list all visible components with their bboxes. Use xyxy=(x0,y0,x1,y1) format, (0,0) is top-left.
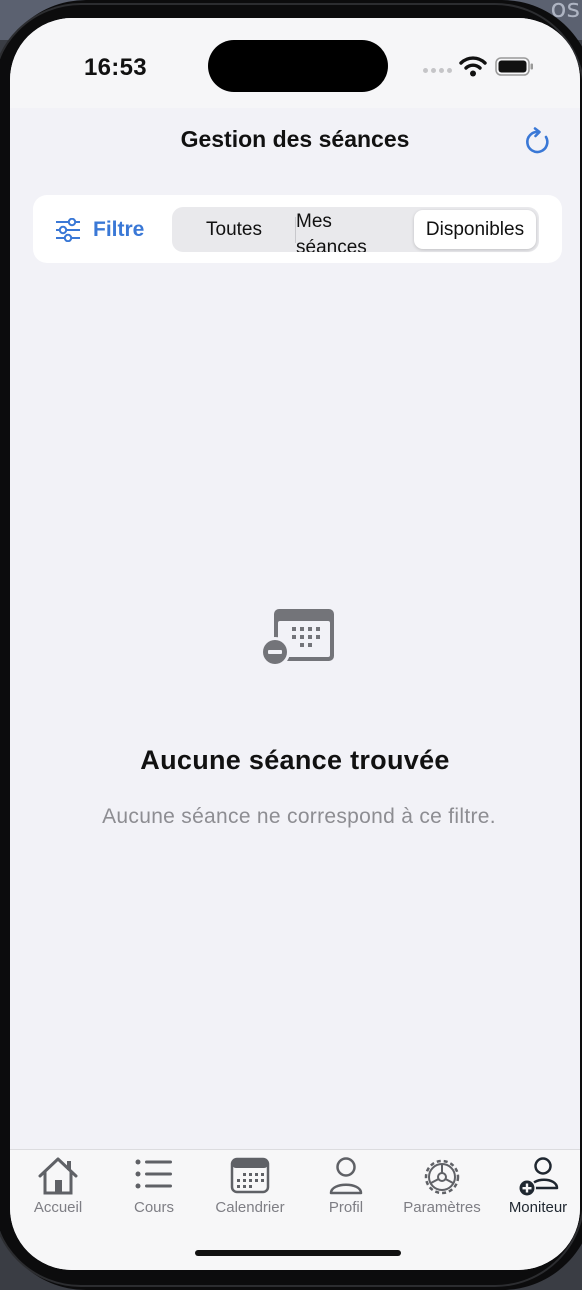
wifi-icon xyxy=(459,56,487,77)
person-icon xyxy=(329,1157,363,1195)
cellular-signal-icon xyxy=(423,68,453,74)
calendar-icon xyxy=(230,1157,270,1194)
empty-state-title: Aucune séance trouvée xyxy=(140,745,450,775)
app-screen: 16:53 Gestion des séances Filtre Toutes … xyxy=(10,18,580,1270)
tab-calendrier[interactable]: Calendrier xyxy=(202,1150,298,1220)
segment-mes-seances-label: Mes séances xyxy=(296,211,367,252)
navigation-bar: Gestion des séances xyxy=(10,108,580,188)
refresh-button[interactable] xyxy=(522,126,554,158)
filter-label: Filtre xyxy=(93,218,145,241)
calendar-minus-icon xyxy=(260,609,334,667)
house-icon xyxy=(38,1157,78,1195)
status-time: 16:53 xyxy=(84,54,147,81)
segment-mes-seances[interactable]: Mes séances xyxy=(295,207,405,252)
battery-icon xyxy=(495,57,533,76)
tab-moniteur[interactable]: Moniteur xyxy=(490,1150,580,1220)
segment-disponibles[interactable]: Disponibles xyxy=(414,210,536,249)
filter-button[interactable]: Filtre xyxy=(55,215,144,245)
tab-accueil[interactable]: Accueil xyxy=(10,1150,106,1220)
gear-icon xyxy=(424,1159,460,1195)
tab-cours[interactable]: Cours xyxy=(106,1150,202,1220)
segmented-control: Toutes Mes séances Disponibles xyxy=(172,207,539,252)
segment-toutes[interactable]: Toutes xyxy=(172,207,296,252)
page-title: Gestion des séances xyxy=(180,126,410,152)
empty-state-message: Aucune séance ne correspond à ce filtre. xyxy=(102,805,496,828)
tab-moniteur-label: Moniteur xyxy=(508,1199,568,1216)
tab-parametres[interactable]: Paramètres xyxy=(394,1150,490,1220)
tab-profil[interactable]: Profil xyxy=(298,1150,394,1220)
home-indicator xyxy=(195,1250,401,1256)
sliders-icon xyxy=(56,218,80,242)
list-icon xyxy=(135,1159,172,1189)
dynamic-island xyxy=(208,40,388,92)
person-add-icon xyxy=(518,1157,559,1197)
filter-card: Filtre Toutes Mes séances Disponibles xyxy=(33,195,562,263)
status-bar: 16:53 xyxy=(10,18,580,108)
